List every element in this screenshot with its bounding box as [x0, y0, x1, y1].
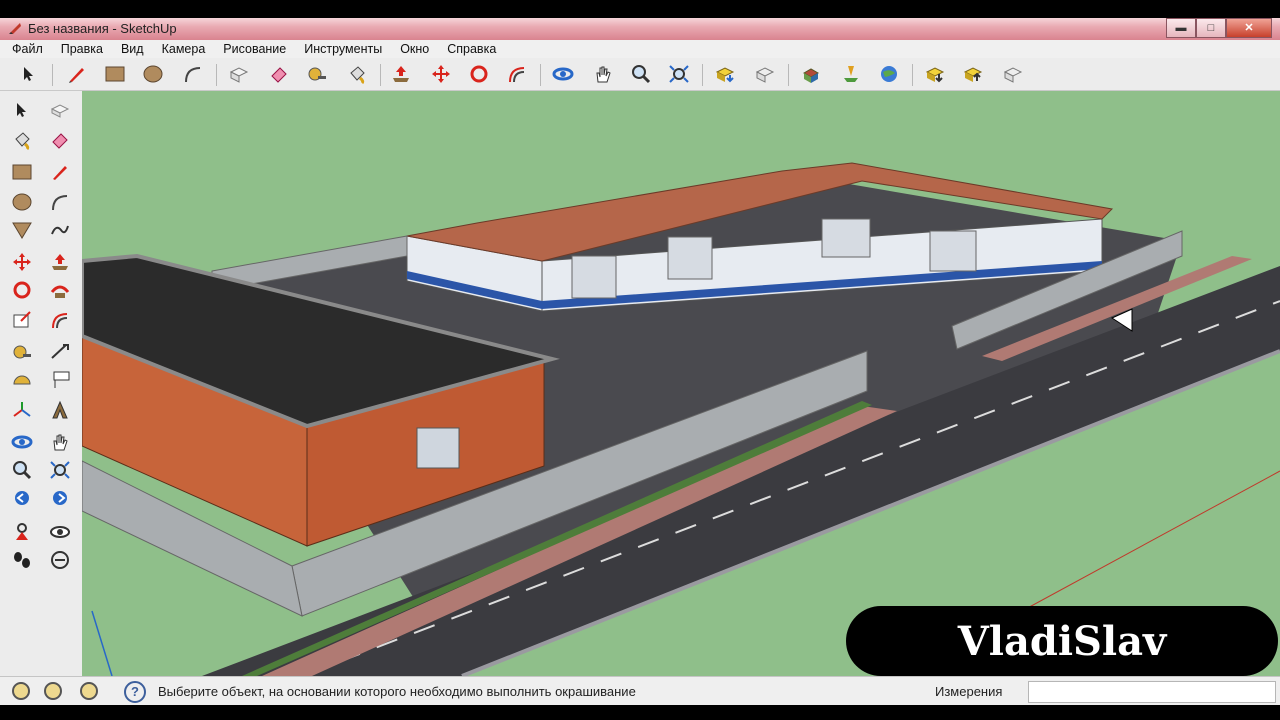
main-toolbar	[0, 58, 1280, 91]
user-icon[interactable]	[80, 682, 98, 700]
rectangle-icon[interactable]	[102, 62, 128, 86]
arc-icon[interactable]	[180, 62, 206, 86]
tape-measure-icon[interactable]	[304, 62, 330, 86]
axes-icon[interactable]	[8, 397, 36, 423]
model-scene	[82, 91, 1280, 676]
scale-icon[interactable]	[8, 307, 36, 333]
pencil-icon[interactable]	[64, 62, 90, 86]
share-component-icon[interactable]	[960, 62, 986, 86]
pan-icon[interactable]	[590, 62, 616, 86]
component-library-icon[interactable]	[1000, 62, 1026, 86]
menu-bar: Файл Правка Вид Камера Рисование Инструм…	[0, 40, 1280, 58]
garage-door	[929, 230, 977, 272]
zoom-extents-icon[interactable]	[666, 62, 692, 86]
move-icon[interactable]	[8, 249, 36, 275]
maximize-button[interactable]: □	[1196, 18, 1226, 38]
rotate-icon[interactable]	[8, 277, 36, 303]
component-icon[interactable]	[46, 97, 74, 123]
freehand-icon[interactable]	[46, 217, 74, 243]
dimension-icon[interactable]	[46, 339, 74, 365]
minimize-button[interactable]: ▬	[1166, 18, 1196, 38]
orbit-icon[interactable]	[8, 429, 36, 455]
status-text: Выберите объект, на основании которого н…	[158, 684, 636, 699]
text-icon[interactable]	[46, 367, 74, 393]
menu-draw[interactable]: Рисование	[223, 42, 286, 56]
make-component-icon[interactable]	[226, 62, 252, 86]
offset-icon[interactable]	[46, 307, 74, 333]
sketchup-app-icon[interactable]	[8, 21, 22, 35]
get-models-icon[interactable]	[712, 62, 738, 86]
toolbar-divider	[216, 64, 217, 86]
zoom-icon[interactable]	[8, 457, 36, 483]
zoom-icon[interactable]	[628, 62, 654, 86]
rectangle-icon[interactable]	[8, 159, 36, 185]
zoom-window-icon[interactable]	[46, 457, 74, 483]
model-viewport[interactable]	[82, 91, 1280, 676]
garage-door	[667, 236, 713, 280]
look-around-icon[interactable]	[46, 519, 74, 545]
help-icon[interactable]: ?	[124, 681, 146, 703]
menu-tools[interactable]: Инструменты	[304, 42, 382, 56]
paint-bucket-icon[interactable]	[344, 62, 370, 86]
toolbar-divider	[380, 64, 381, 86]
rotate-icon[interactable]	[466, 62, 492, 86]
eraser-icon[interactable]	[46, 127, 74, 153]
share-model-icon[interactable]	[752, 62, 778, 86]
add-location-icon[interactable]	[838, 62, 864, 86]
protractor-icon[interactable]	[8, 367, 36, 393]
circle-icon[interactable]	[8, 189, 36, 215]
get-photo-texture-icon[interactable]	[922, 62, 948, 86]
toolbar-divider	[540, 64, 541, 86]
polygon-icon[interactable]	[8, 217, 36, 243]
3d-text-icon[interactable]	[46, 397, 74, 423]
arc-icon[interactable]	[46, 189, 74, 215]
watermark: VladiSlav	[846, 606, 1278, 676]
walk-icon[interactable]	[8, 547, 36, 573]
left-toolbar	[0, 91, 83, 676]
close-button[interactable]: ✕	[1226, 18, 1272, 38]
position-camera-icon[interactable]	[8, 519, 36, 545]
push-pull-icon[interactable]	[388, 62, 414, 86]
pencil-icon[interactable]	[46, 159, 74, 185]
orbit-icon[interactable]	[550, 62, 576, 86]
credits-icon[interactable]	[44, 682, 62, 700]
watermark-text: VladiSlav	[957, 617, 1167, 665]
menu-help[interactable]: Справка	[447, 42, 496, 56]
offset-icon[interactable]	[504, 62, 530, 86]
push-pull-icon[interactable]	[46, 249, 74, 275]
previous-view-icon[interactable]	[8, 485, 36, 511]
window-title: Без названия - SketchUp	[28, 21, 177, 36]
garage-door	[571, 255, 617, 299]
circle-icon[interactable]	[140, 62, 166, 86]
menu-window[interactable]: Окно	[400, 42, 429, 56]
measurements-input[interactable]	[1028, 681, 1276, 703]
garage-door	[821, 218, 871, 258]
tape-measure-icon[interactable]	[8, 339, 36, 365]
section-plane-icon[interactable]	[46, 547, 74, 573]
move-icon[interactable]	[428, 62, 454, 86]
toolbar-divider	[912, 64, 913, 86]
menu-edit[interactable]: Правка	[61, 42, 103, 56]
pan-icon[interactable]	[46, 429, 74, 455]
eraser-icon[interactable]	[266, 62, 292, 86]
building-window	[416, 427, 460, 469]
menu-camera[interactable]: Камера	[162, 42, 206, 56]
select-icon[interactable]	[16, 62, 42, 86]
components-icon[interactable]	[798, 62, 824, 86]
toolbar-divider	[788, 64, 789, 86]
menu-view[interactable]: Вид	[121, 42, 144, 56]
toolbar-divider	[702, 64, 703, 86]
google-earth-icon[interactable]	[876, 62, 902, 86]
status-bar: ? Выберите объект, на основании которого…	[0, 676, 1280, 705]
geo-location-icon[interactable]	[12, 682, 30, 700]
toolbar-divider	[52, 64, 53, 86]
paint-bucket-icon[interactable]	[8, 127, 36, 153]
menu-file[interactable]: Файл	[12, 42, 43, 56]
next-view-icon[interactable]	[46, 485, 74, 511]
title-bar: Без названия - SketchUp ▬ □ ✕	[0, 18, 1280, 40]
select-icon[interactable]	[8, 97, 36, 123]
follow-me-icon[interactable]	[46, 277, 74, 303]
measurements-label: Измерения	[935, 684, 1003, 699]
